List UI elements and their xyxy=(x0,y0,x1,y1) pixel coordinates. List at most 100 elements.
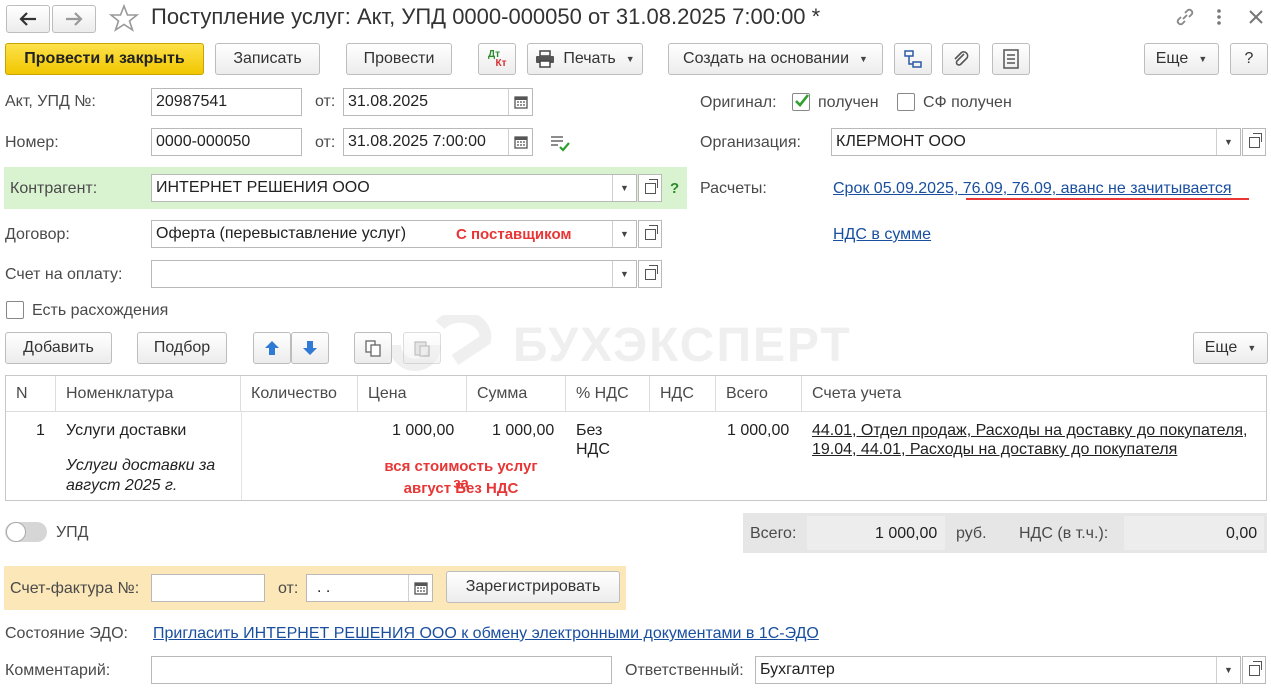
chevron-down-icon: ▼ xyxy=(1247,343,1257,353)
paste-button[interactable] xyxy=(403,332,441,364)
col-header-vat-rate[interactable]: % НДС xyxy=(566,376,650,412)
kt-label: Кт xyxy=(495,58,507,69)
counterparty-help[interactable]: ? xyxy=(670,180,679,197)
upd-label: УПД xyxy=(56,524,89,541)
star-icon[interactable] xyxy=(109,4,139,32)
sf-date-input[interactable]: . . xyxy=(306,574,433,602)
row-total: 1 000,00 xyxy=(727,422,790,439)
open-icon xyxy=(644,178,658,194)
create-based-button[interactable]: Создать на основании ▼ xyxy=(668,43,883,75)
back-button[interactable] xyxy=(6,5,50,33)
register-button[interactable]: Зарегистрировать xyxy=(446,571,620,603)
organization-label: Организация: xyxy=(700,134,801,151)
vat-link[interactable]: НДС в сумме xyxy=(833,226,931,244)
edit-check-icon[interactable] xyxy=(549,133,571,153)
col-header-sum[interactable]: Сумма xyxy=(467,376,566,412)
help-button[interactable]: ? xyxy=(1230,43,1268,75)
responsible-open-button[interactable] xyxy=(1242,656,1266,684)
row-item-desc-1: Услуги доставки за xyxy=(66,457,216,474)
received-checkbox[interactable] xyxy=(792,93,810,111)
table-more-button[interactable]: Еще ▼ xyxy=(1193,332,1268,364)
row-vat-rate-1: Без xyxy=(576,422,603,439)
move-up-icon xyxy=(265,341,279,355)
calendar-icon[interactable] xyxy=(408,575,432,601)
kebab-icon[interactable] xyxy=(1214,6,1224,28)
chevron-down-icon[interactable]: ▼ xyxy=(612,261,636,287)
row-item-desc-2: август 2025 г. xyxy=(66,477,178,494)
discrepancy-checkbox[interactable] xyxy=(6,301,24,319)
chevron-down-icon[interactable]: ▼ xyxy=(1216,129,1240,155)
upd-toggle[interactable] xyxy=(5,522,47,542)
contract-open-button[interactable] xyxy=(638,220,662,248)
sf-received-checkbox[interactable] xyxy=(897,93,915,111)
more-button[interactable]: Еще ▼ xyxy=(1144,43,1219,75)
col-header-item[interactable]: Номенклатура xyxy=(56,376,241,412)
contract-note: С поставщиком xyxy=(456,226,572,243)
settlements-underline xyxy=(966,198,1249,200)
settlements-label: Расчеты: xyxy=(700,180,767,197)
row-vat-rate-2: НДС xyxy=(576,441,610,458)
col-header-vat[interactable]: НДС xyxy=(650,376,716,412)
add-row-button[interactable]: Добавить xyxy=(5,332,112,364)
services-table: N Номенклатура Количество Цена Сумма % Н… xyxy=(5,375,1267,501)
counterparty-open-button[interactable] xyxy=(638,174,662,202)
close-icon[interactable] xyxy=(1247,8,1265,26)
edo-invite-link[interactable]: Пригласить ИНТЕРНЕТ РЕШЕНИЯ ООО к обмену… xyxy=(153,625,819,643)
col-header-n[interactable]: N xyxy=(6,376,56,412)
paste-icon xyxy=(414,341,430,357)
vat-total-label: НДС (в т.ч.): xyxy=(1019,525,1109,542)
organization-open-button[interactable] xyxy=(1242,128,1266,156)
chevron-down-icon[interactable]: ▼ xyxy=(612,221,636,247)
link-icon[interactable] xyxy=(1174,6,1196,28)
col-header-accounts[interactable]: Счета учета xyxy=(802,376,1266,412)
attach-button[interactable] xyxy=(942,43,980,75)
sf-label: Счет-фактура №: xyxy=(10,580,140,597)
col-header-price[interactable]: Цена xyxy=(358,376,467,412)
sf-date-label: от: xyxy=(278,580,299,597)
counterparty-input[interactable]: ИНТЕРНЕТ РЕШЕНИЯ ООО ▼ xyxy=(151,174,637,202)
col-header-total[interactable]: Всего xyxy=(716,376,802,412)
forward-button[interactable] xyxy=(52,5,96,33)
row-accounts-2[interactable]: 19.04, 44.01, Расходы на доставку до пок… xyxy=(812,441,1177,459)
copy-button[interactable] xyxy=(354,332,392,364)
open-icon xyxy=(644,224,658,240)
checkmark-icon xyxy=(795,94,810,107)
number-date-input[interactable]: 31.08.2025 7:00:00 xyxy=(343,128,533,156)
toggle-knob xyxy=(6,522,26,542)
row-accounts-1[interactable]: 44.01, Отдел продаж, Расходы на доставку… xyxy=(812,422,1247,440)
col-header-qty[interactable]: Количество xyxy=(241,376,358,412)
organization-input[interactable]: КЛЕРМОНТ ООО ▼ xyxy=(831,128,1241,156)
invoice-input[interactable]: ▼ xyxy=(151,260,637,288)
copy-icon xyxy=(365,340,381,357)
print-button[interactable]: Печать ▼ xyxy=(527,43,643,75)
move-up-button[interactable] xyxy=(253,332,291,364)
calendar-icon[interactable] xyxy=(508,129,532,155)
post-and-close-button[interactable]: Провести и закрыть xyxy=(5,43,204,75)
save-button[interactable]: Записать xyxy=(215,43,320,75)
act-date-input[interactable]: 31.08.2025 xyxy=(343,88,533,116)
sf-number-input[interactable] xyxy=(151,574,265,602)
chevron-down-icon[interactable]: ▼ xyxy=(1216,657,1240,683)
list-button[interactable] xyxy=(992,43,1030,75)
forward-arrow-icon xyxy=(66,12,83,26)
comment-input[interactable] xyxy=(151,656,612,684)
number-input[interactable]: 0000-000050 xyxy=(151,128,302,156)
post-button[interactable]: Провести xyxy=(346,43,452,75)
chevron-down-icon[interactable]: ▼ xyxy=(612,175,636,201)
move-down-button[interactable] xyxy=(291,332,329,364)
invoice-open-button[interactable] xyxy=(638,260,662,288)
calendar-icon[interactable] xyxy=(508,89,532,115)
select-button[interactable]: Подбор xyxy=(137,332,227,364)
settlements-link[interactable]: Срок 05.09.2025, 76.09, 76.09, аванс не … xyxy=(833,180,1232,198)
dt-kt-button[interactable]: Дт Кт xyxy=(478,43,516,75)
structure-button[interactable] xyxy=(894,43,932,75)
counterparty-label: Контрагент: xyxy=(10,180,98,197)
list-icon xyxy=(1003,49,1019,69)
act-number-input[interactable]: 20987541 xyxy=(151,88,302,116)
row-sum: 1 000,00 xyxy=(492,422,555,439)
responsible-input[interactable]: Бухгалтер ▼ xyxy=(755,656,1241,684)
paperclip-icon xyxy=(954,51,969,66)
comment-label: Комментарий: xyxy=(5,662,111,679)
responsible-label: Ответственный: xyxy=(625,662,744,679)
total-label: Всего: xyxy=(750,525,797,542)
